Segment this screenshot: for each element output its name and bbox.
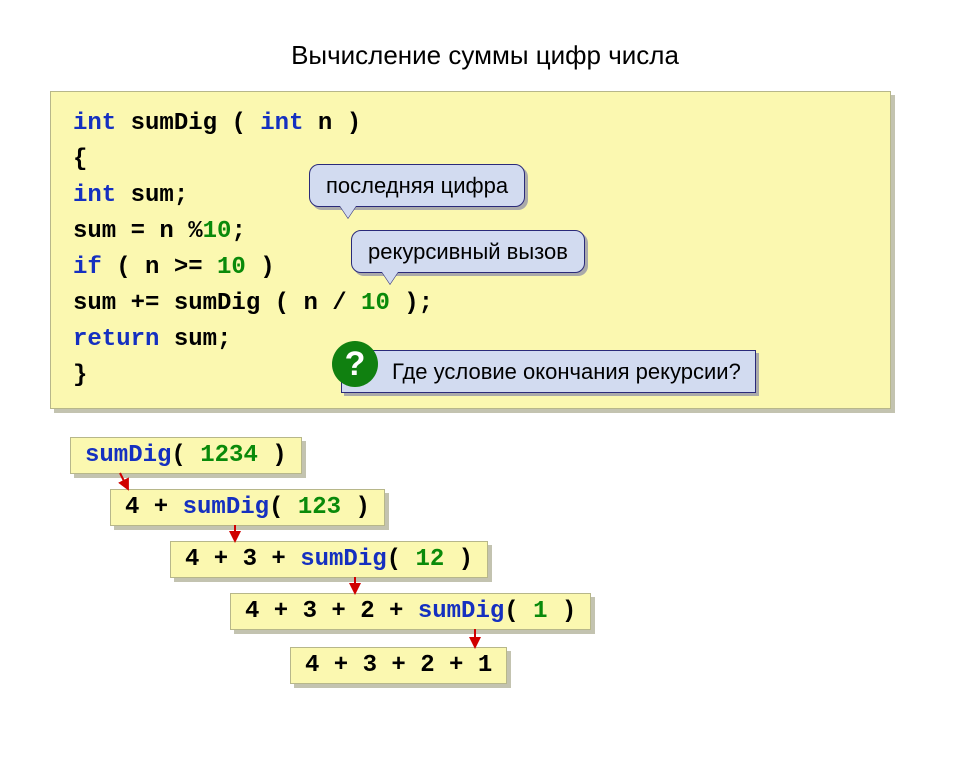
trace-step-5: 4 + 3 + 2 + 1 [290, 647, 507, 684]
callout-last-digit: последняя цифра [309, 164, 525, 207]
trace-step-1: sumDig( 1234 ) [70, 437, 302, 474]
slide: Вычисление суммы цифр числа int sumDig (… [50, 40, 920, 757]
trace-area: sumDig( 1234 ) 4 + sumDig( 123 ) 4 + 3 +… [70, 437, 920, 757]
code-block: int sumDig ( int n ) { int sum; sum = n … [50, 91, 891, 409]
fn-name: sumDig [131, 110, 217, 137]
question-text: Где условие окончания рекурсии? [392, 359, 741, 384]
code-line-1: int sumDig ( int n ) [73, 106, 868, 142]
trace-step-4: 4 + 3 + 2 + sumDig( 1 ) [230, 593, 591, 630]
code-line-6: sum += sumDig ( n / 10 ); [73, 286, 868, 322]
trace-step-2: 4 + sumDig( 123 ) [110, 489, 385, 526]
callout-recursive-call: рекурсивный вызов [351, 230, 585, 273]
callout-question: ? Где условие окончания рекурсии? [341, 350, 756, 393]
trace-step-3: 4 + 3 + sumDig( 12 ) [170, 541, 488, 578]
kw-int: int [73, 110, 116, 137]
slide-title: Вычисление суммы цифр числа [50, 40, 920, 71]
question-mark-icon: ? [332, 341, 378, 387]
kw-int2: int [260, 110, 303, 137]
